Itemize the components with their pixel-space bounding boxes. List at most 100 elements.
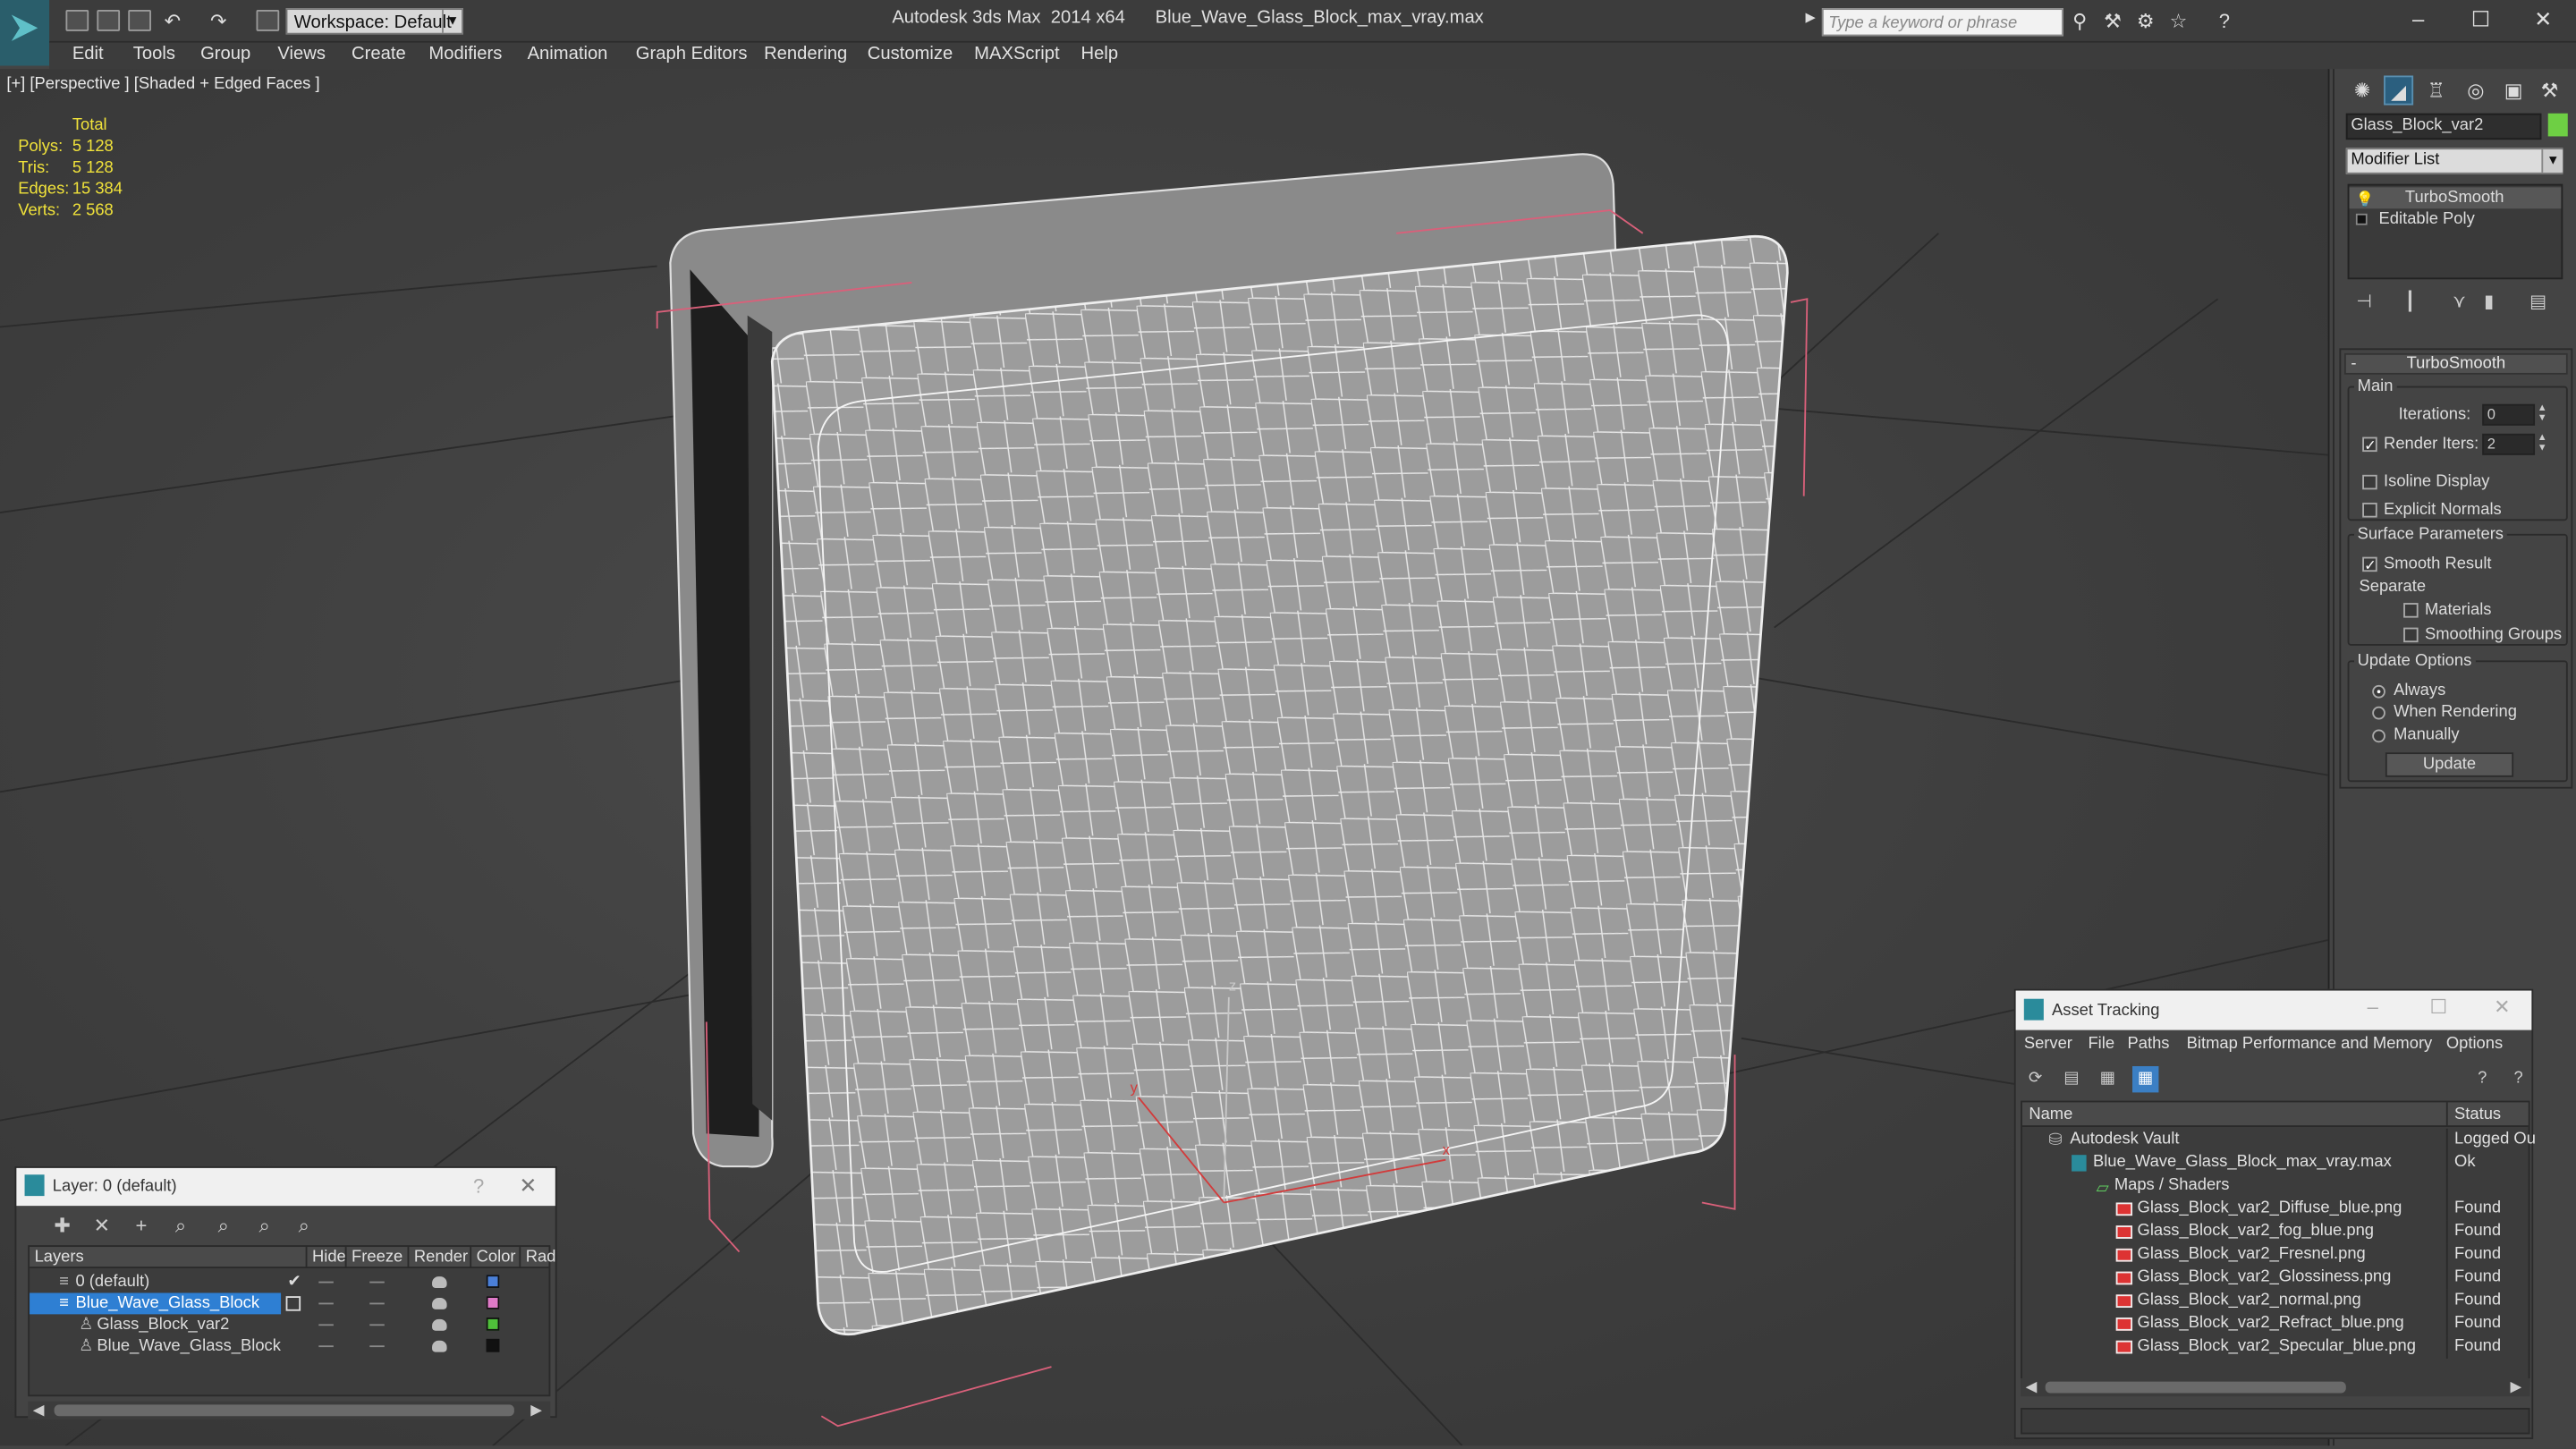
create-tab-sun-icon[interactable]: ✺ xyxy=(2348,75,2377,105)
favorites-star-icon[interactable]: ☆ xyxy=(2167,10,2190,33)
asset-row[interactable]: ▱ Maps / Shaders xyxy=(2022,1174,2529,1198)
freeze-toggle[interactable] xyxy=(369,1281,385,1284)
project-folder-icon[interactable] xyxy=(256,10,280,31)
display-tab-icon[interactable]: ▣ xyxy=(2499,75,2529,105)
motion-tab-icon[interactable]: ◎ xyxy=(2461,75,2490,105)
layer-color-swatch[interactable] xyxy=(486,1318,500,1331)
asset-menu-bitmap-performance[interactable]: Bitmap Performance and Memory xyxy=(2187,1035,2433,1053)
layer-row[interactable]: ♙ Glass_Block_var2 xyxy=(30,1314,548,1335)
menu-maxscript[interactable]: MAXScript xyxy=(974,45,1059,64)
layer-color-swatch[interactable] xyxy=(486,1338,500,1352)
maximize-icon[interactable]: ☐ xyxy=(2464,5,2497,35)
scroll-left-icon[interactable]: ◀ xyxy=(33,1402,45,1419)
new-file-icon[interactable] xyxy=(65,10,89,31)
menu-tools[interactable]: Tools xyxy=(133,45,175,64)
close-icon[interactable]: ✕ xyxy=(2527,5,2560,35)
configure-sets-icon[interactable]: ▤ xyxy=(2525,289,2551,315)
update-button[interactable]: Update xyxy=(2385,752,2514,777)
manually-radio[interactable] xyxy=(2372,729,2385,743)
show-end-result-icon[interactable]: ┃ xyxy=(2397,289,2423,315)
column-color[interactable]: Color xyxy=(470,1247,519,1268)
materials-checkbox[interactable] xyxy=(2403,603,2419,618)
render-teapot-icon[interactable] xyxy=(432,1297,447,1309)
asset-row[interactable]: Glass_Block_var2_fog_blue.png Found xyxy=(2022,1220,2529,1244)
maximize-icon[interactable]: ☐ xyxy=(2429,996,2447,1019)
help-icon[interactable]: ? xyxy=(2213,10,2236,33)
column-freeze[interactable]: Freeze xyxy=(344,1247,408,1268)
hide-toggle[interactable] xyxy=(318,1281,334,1284)
column-status[interactable]: Status xyxy=(2445,1102,2529,1127)
scroll-left-icon[interactable]: ◀ xyxy=(2026,1378,2038,1396)
close-icon[interactable]: ✕ xyxy=(2494,996,2510,1019)
hide-all-icon[interactable]: ⌕ xyxy=(251,1212,277,1238)
layer-row[interactable]: ≡ Blue_Wave_Glass_Block xyxy=(30,1292,548,1315)
asset-row[interactable]: Glass_Block_var2_normal.png Found xyxy=(2022,1289,2529,1313)
stack-item-editable-poly[interactable]: Editable Poly xyxy=(2349,208,2561,230)
menu-help[interactable]: Help xyxy=(1081,45,1119,64)
layer-row[interactable]: ♙ Blue_Wave_Glass_Block xyxy=(30,1335,548,1357)
current-layer-check-icon[interactable]: ✔ xyxy=(287,1272,301,1293)
explicit-normals-checkbox[interactable] xyxy=(2362,503,2377,518)
binoculars-icon[interactable]: ⚲ xyxy=(2068,10,2091,33)
asset-menu-server[interactable]: Server xyxy=(2024,1035,2072,1053)
search-input[interactable]: Type a keyword or phrase xyxy=(1821,8,2063,37)
scroll-right-icon[interactable]: ▶ xyxy=(2510,1378,2521,1396)
save-file-icon[interactable] xyxy=(128,10,151,31)
pin-stack-icon[interactable]: ⊣ xyxy=(2351,289,2377,315)
asset-row[interactable]: Glass_Block_var2_Refract_blue.png Found xyxy=(2022,1312,2529,1336)
column-radiosity[interactable]: Rad xyxy=(519,1247,555,1268)
modifier-list-dropdown[interactable]: Modifier List xyxy=(2345,148,2563,174)
list-view-icon[interactable]: ▤ xyxy=(2058,1066,2084,1092)
close-icon[interactable]: ✕ xyxy=(519,1173,537,1199)
remove-modifier-icon[interactable]: ▮ xyxy=(2476,289,2502,315)
menu-create[interactable]: Create xyxy=(352,45,406,64)
asset-row[interactable]: Glass_Block_var2_Diffuse_blue.png Found xyxy=(2022,1197,2529,1221)
help-icon[interactable]: ? xyxy=(2470,1066,2496,1092)
asset-row[interactable]: ⛁ Autodesk Vault Logged Ou xyxy=(2022,1128,2536,1152)
freeze-all-icon[interactable]: ⌕ xyxy=(291,1212,317,1238)
object-name-field[interactable]: Glass_Block_var2 xyxy=(2345,113,2542,140)
layer-color-swatch[interactable] xyxy=(486,1275,500,1288)
spinner-arrows-icon[interactable]: ▲ ▼ xyxy=(2537,434,2548,455)
column-layers[interactable]: Layers xyxy=(30,1247,296,1268)
column-render[interactable]: Render xyxy=(407,1247,470,1268)
asset-horizontal-scrollbar[interactable]: ◀ ▶ xyxy=(2021,1377,2530,1397)
make-unique-icon[interactable]: ⋎ xyxy=(2446,289,2472,315)
asset-menu-paths[interactable]: Paths xyxy=(2128,1035,2170,1053)
layer-horizontal-scrollbar[interactable]: ◀ ▶ xyxy=(28,1401,551,1419)
minimize-icon[interactable]: – xyxy=(2368,996,2378,1019)
smooth-result-checkbox[interactable]: ✓ xyxy=(2362,556,2377,572)
redo-icon[interactable]: ↷ xyxy=(207,10,230,33)
search-expand-icon[interactable]: ▶ xyxy=(1806,10,1819,33)
chevron-down-icon[interactable]: ▼ xyxy=(2541,149,2563,173)
new-layer-icon[interactable]: ✚ xyxy=(49,1212,75,1238)
scrollbar-thumb[interactable] xyxy=(2045,1381,2346,1394)
menu-rendering[interactable]: Rendering xyxy=(764,45,847,64)
layer-row[interactable]: ≡ 0 (default) ✔ xyxy=(30,1272,548,1293)
app-logo-icon[interactable] xyxy=(0,0,50,66)
freeze-toggle[interactable] xyxy=(369,1324,385,1326)
render-teapot-icon[interactable] xyxy=(432,1276,447,1288)
lightbulb-icon[interactable]: 💡 xyxy=(2356,189,2375,210)
hide-toggle[interactable] xyxy=(318,1345,334,1348)
object-color-swatch[interactable] xyxy=(2547,113,2568,137)
viewport-label[interactable]: [+] [Perspective ] [Shaded + Edged Faces… xyxy=(6,75,319,93)
modifier-stack[interactable]: 💡 TurboSmooth Editable Poly xyxy=(2347,183,2563,280)
table-view-icon[interactable]: ▦ xyxy=(2132,1066,2159,1093)
rollout-header[interactable]: - TurboSmooth xyxy=(2343,352,2568,375)
utilities-tab-icon[interactable]: ⚒ xyxy=(2535,75,2564,105)
menu-edit[interactable]: Edit xyxy=(72,45,104,64)
workspace-dropdown[interactable]: Workspace: Default ▼ xyxy=(285,8,463,35)
communication-icon[interactable]: ⚙ xyxy=(2134,10,2157,33)
menu-customize[interactable]: Customize xyxy=(868,45,953,64)
delete-layer-icon[interactable]: ✕ xyxy=(89,1212,114,1238)
render-iters-checkbox[interactable]: ✓ xyxy=(2362,436,2377,453)
layer-window-titlebar[interactable]: Layer: 0 (default) ? ✕ xyxy=(16,1167,555,1207)
freeze-toggle[interactable] xyxy=(369,1302,385,1305)
asset-row[interactable]: Blue_Wave_Glass_Block_max_vray.max Ok xyxy=(2022,1151,2529,1175)
iterations-spinner[interactable]: 0 xyxy=(2482,403,2536,426)
thumbnail-view-icon[interactable]: ▦ xyxy=(2095,1066,2121,1092)
menu-graph-editors[interactable]: Graph Editors xyxy=(636,45,748,64)
help-icon[interactable]: ? xyxy=(473,1174,484,1198)
asset-row[interactable]: Glass_Block_var2_Specular_blue.png Found xyxy=(2022,1335,2529,1359)
